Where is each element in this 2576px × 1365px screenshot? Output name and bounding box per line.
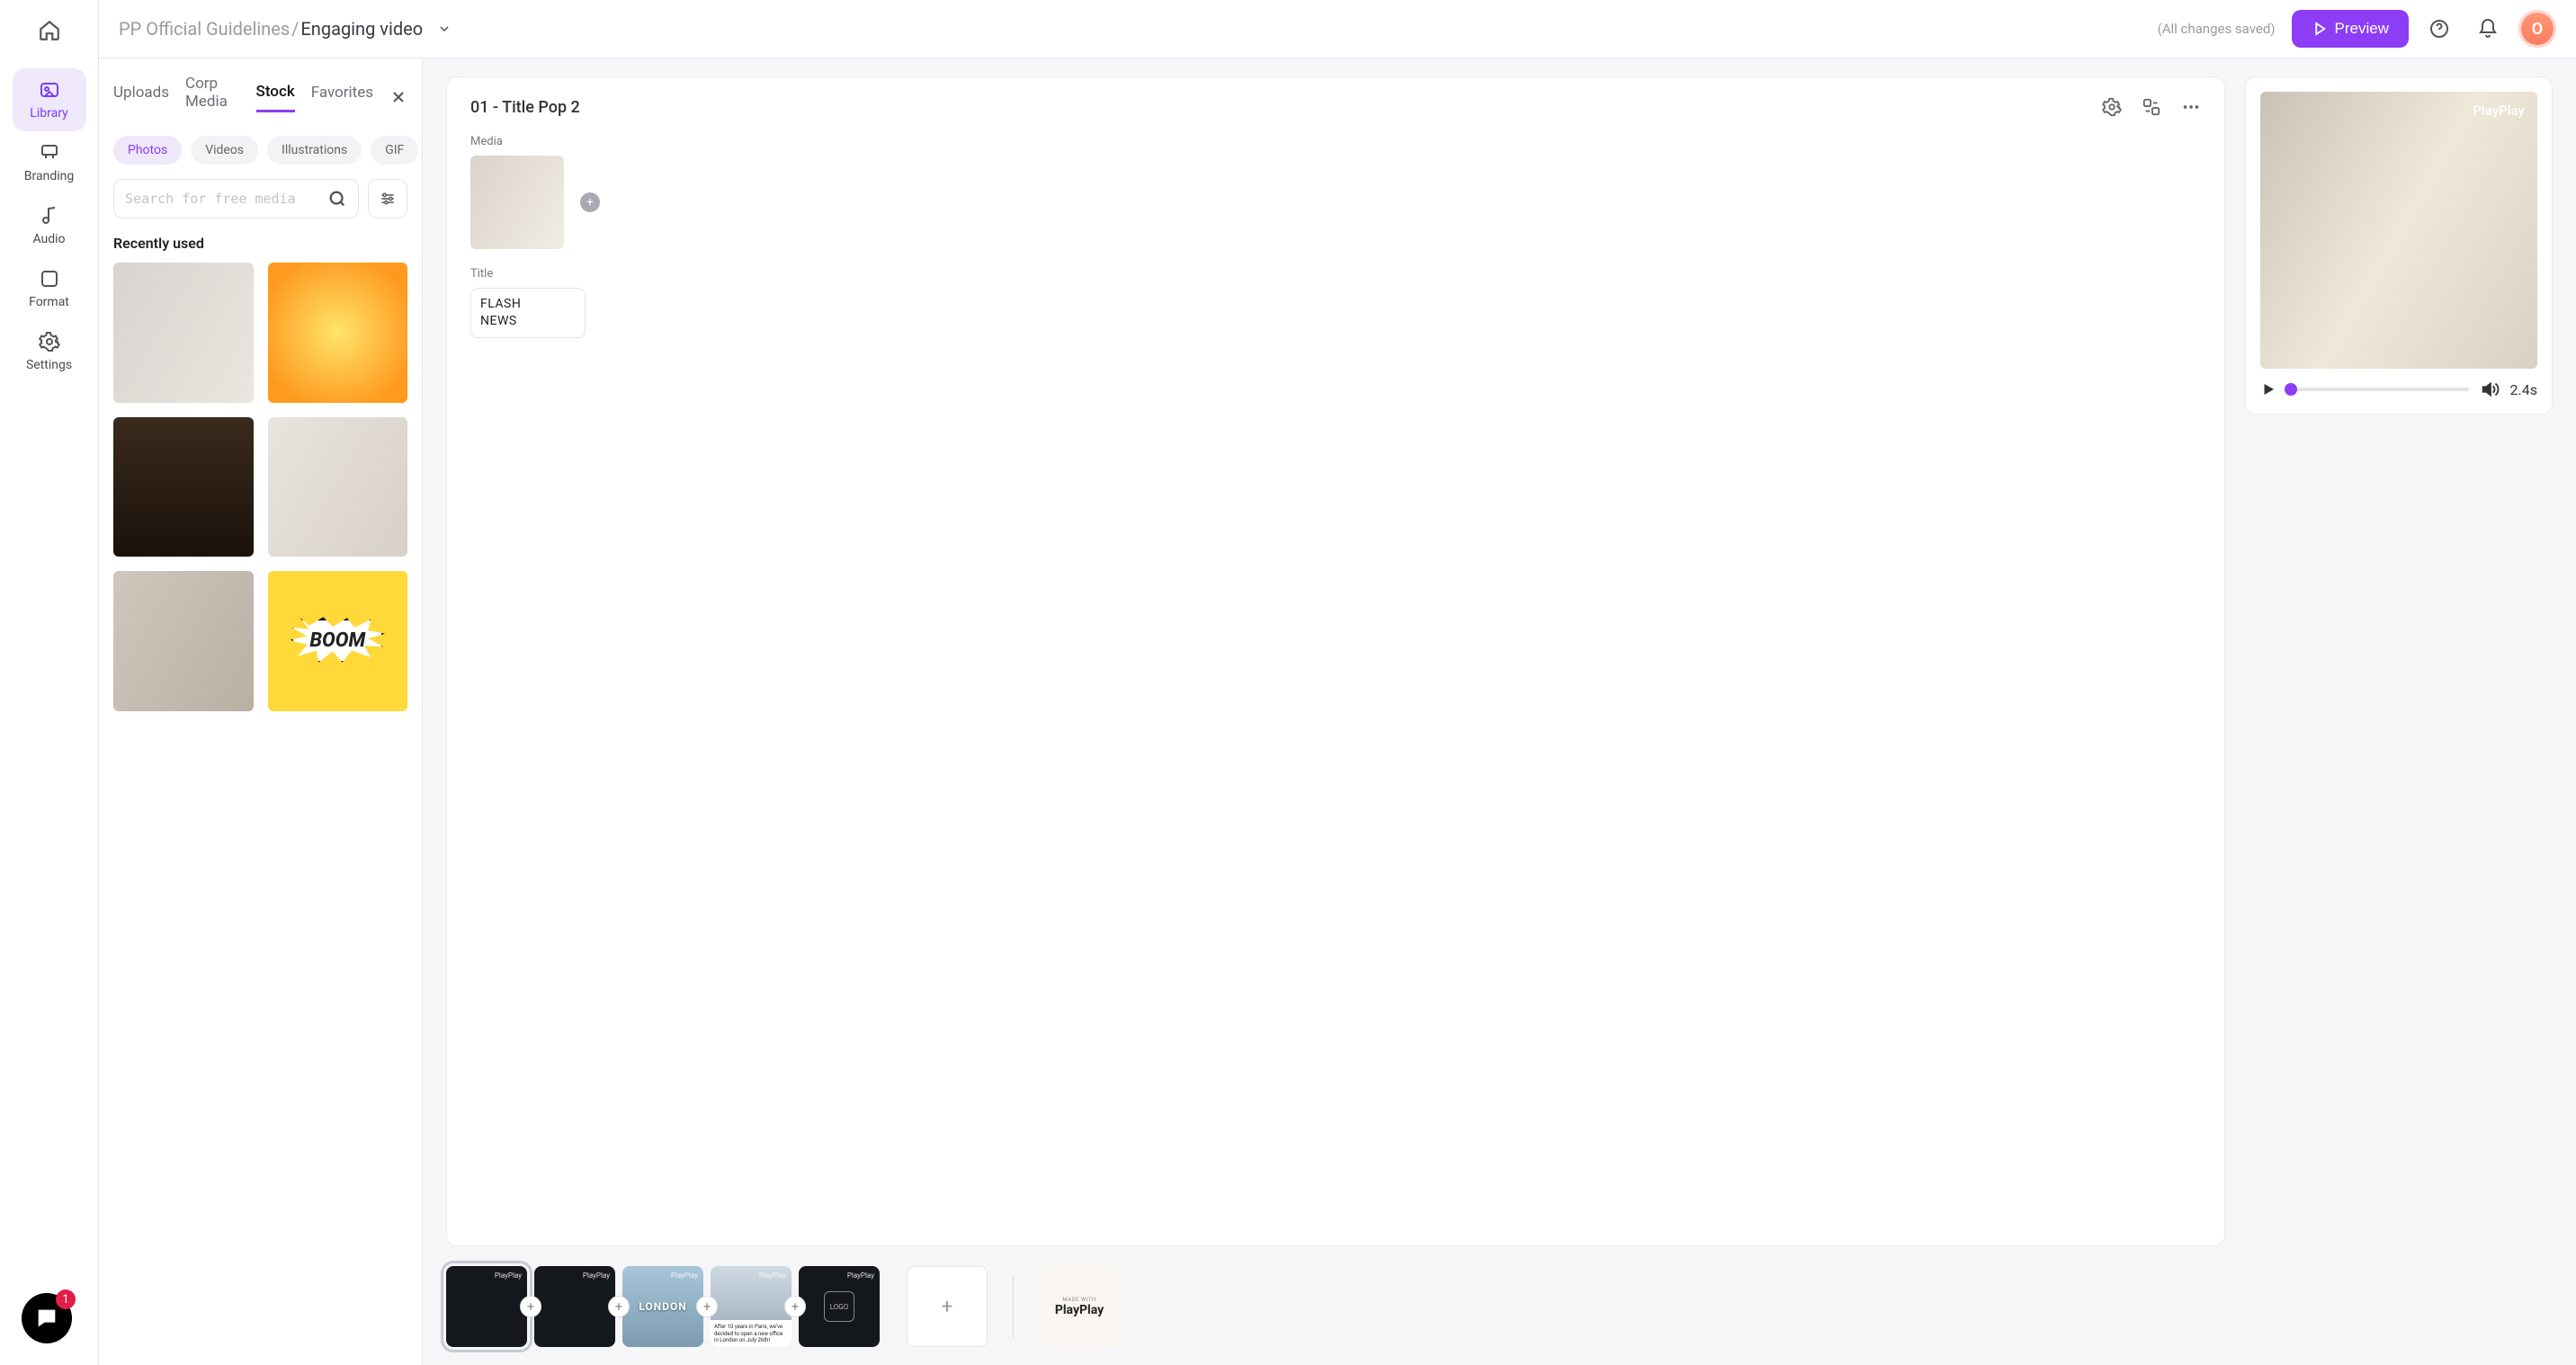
library-panel: Uploads Corp Media Stock Favorites Photo…	[99, 58, 423, 1365]
timeline-slide-5[interactable]: PlayPlayLOGO	[799, 1266, 880, 1347]
preview-card: PlayPlay 2.4s	[2245, 76, 2553, 415]
breadcrumb-current[interactable]: Engaging video	[300, 18, 423, 40]
library-tabs: Uploads Corp Media Stock Favorites	[113, 75, 407, 120]
scrubber[interactable]	[2287, 388, 2469, 391]
gear-icon	[2102, 97, 2122, 117]
chip-photos[interactable]: Photos	[113, 136, 182, 165]
title-input[interactable]: FLASH NEWS	[470, 288, 586, 338]
play-button[interactable]	[2260, 381, 2276, 397]
media-label: Media	[470, 135, 2201, 148]
boom-text: BOOM	[290, 617, 385, 665]
timeline-slide-4[interactable]: PlayPlayAfter 10 years in Paris, we've d…	[711, 1266, 792, 1347]
timeline-divider	[1013, 1275, 1014, 1338]
slide-swap-template-button[interactable]	[2142, 97, 2161, 117]
player-controls: 2.4s	[2260, 379, 2537, 399]
tab-corp-media[interactable]: Corp Media	[185, 75, 240, 120]
close-panel-button[interactable]	[389, 88, 407, 106]
insert-slide-button[interactable]: +	[608, 1296, 630, 1317]
help-button[interactable]	[2421, 11, 2457, 47]
breadcrumb-parent[interactable]: PP Official Guidelines	[119, 18, 290, 40]
slide-settings-button[interactable]	[2102, 97, 2122, 117]
insert-slide-button[interactable]: +	[520, 1296, 541, 1317]
media-type-chips: Photos Videos Illustrations GIF	[113, 136, 407, 165]
rail-label: Audio	[32, 232, 65, 246]
timeline-slide-3[interactable]: PlayPlayLONDON	[622, 1266, 703, 1347]
title-label: Title	[470, 267, 2201, 281]
slide-form-card: 01 - Title Pop 2	[446, 76, 2225, 1246]
preview-frame: PlayPlay	[2260, 92, 2537, 369]
search-input[interactable]	[125, 191, 327, 207]
notifications-button[interactable]	[2470, 11, 2506, 47]
preview-button[interactable]: Preview	[2292, 10, 2409, 48]
duration: 2.4s	[2510, 381, 2537, 398]
media-thumb[interactable]	[113, 417, 254, 558]
volume-icon	[2480, 379, 2500, 399]
more-icon	[2181, 97, 2201, 117]
rail-label: Settings	[26, 358, 72, 372]
rail-item-format[interactable]: Format	[13, 257, 86, 320]
slide-heading: 01 - Title Pop 2	[470, 98, 580, 117]
chip-illustrations[interactable]: Illustrations	[267, 136, 362, 165]
media-thumb[interactable]	[113, 263, 254, 403]
media-slot[interactable]	[470, 156, 564, 249]
section-heading: Recently used	[113, 235, 407, 252]
watermark: PlayPlay	[2473, 103, 2525, 119]
add-slide-button[interactable]: +	[907, 1266, 988, 1347]
watermark-small: PlayPlay	[583, 1271, 610, 1280]
scrubber-handle[interactable]	[2285, 383, 2297, 396]
play-icon	[2260, 381, 2276, 397]
watermark-small: PlayPlay	[759, 1271, 786, 1280]
save-status: (All changes saved)	[2158, 21, 2276, 37]
breadcrumb: PP Official Guidelines / Engaging video	[119, 18, 452, 40]
sliders-icon	[379, 190, 397, 208]
timeline-slide-2[interactable]: PlayPlay	[534, 1266, 615, 1347]
rail-item-audio[interactable]: Audio	[13, 194, 86, 257]
search-container	[113, 179, 359, 219]
timeline-outro[interactable]: MADE WITH PlayPlay	[1039, 1266, 1120, 1347]
timeline-slide-1[interactable]: PlayPlay	[446, 1266, 527, 1347]
insert-slide-button[interactable]: +	[696, 1296, 718, 1317]
media-grid: BOOM	[113, 263, 407, 726]
insert-slide-button[interactable]: +	[784, 1296, 806, 1317]
topbar: PP Official Guidelines / Engaging video …	[99, 0, 2576, 58]
left-rail: Library Branding Audio Format Settings 1	[0, 0, 99, 1365]
add-media-button[interactable]: +	[580, 192, 600, 212]
media-thumb[interactable]	[268, 417, 408, 558]
slide-more-button[interactable]	[2181, 97, 2201, 117]
swap-icon	[2142, 97, 2161, 117]
media-thumb[interactable]: BOOM	[268, 571, 408, 711]
chip-gif[interactable]: GIF	[371, 136, 418, 165]
watermark-small: PlayPlay	[671, 1271, 698, 1280]
media-thumb[interactable]	[268, 263, 408, 403]
rail-item-branding[interactable]: Branding	[13, 131, 86, 194]
chat-badge: 1	[56, 1289, 76, 1309]
rail-label: Library	[30, 106, 67, 120]
rail-item-library[interactable]: Library	[13, 68, 86, 131]
watermark-small: PlayPlay	[495, 1271, 522, 1280]
search-icon	[327, 189, 347, 209]
rail-item-settings[interactable]: Settings	[13, 320, 86, 383]
media-thumb[interactable]	[113, 571, 254, 711]
tab-uploads[interactable]: Uploads	[113, 84, 169, 111]
tab-favorites[interactable]: Favorites	[311, 84, 373, 111]
volume-button[interactable]	[2480, 379, 2500, 399]
timeline: PlayPlay + PlayPlay + PlayPlayLONDON + P…	[446, 1266, 2553, 1347]
filter-button[interactable]	[368, 179, 407, 219]
rail-label: Branding	[24, 169, 74, 183]
tab-stock[interactable]: Stock	[256, 83, 295, 112]
home-button[interactable]	[33, 14, 66, 47]
watermark-small: PlayPlay	[847, 1271, 874, 1280]
rail-label: Format	[29, 295, 69, 309]
avatar[interactable]: O	[2518, 10, 2556, 48]
breadcrumb-dropdown[interactable]	[437, 22, 452, 36]
chip-videos[interactable]: Videos	[191, 136, 258, 165]
chat-button[interactable]: 1	[22, 1293, 72, 1343]
editor-area: 01 - Title Pop 2	[423, 58, 2576, 1365]
